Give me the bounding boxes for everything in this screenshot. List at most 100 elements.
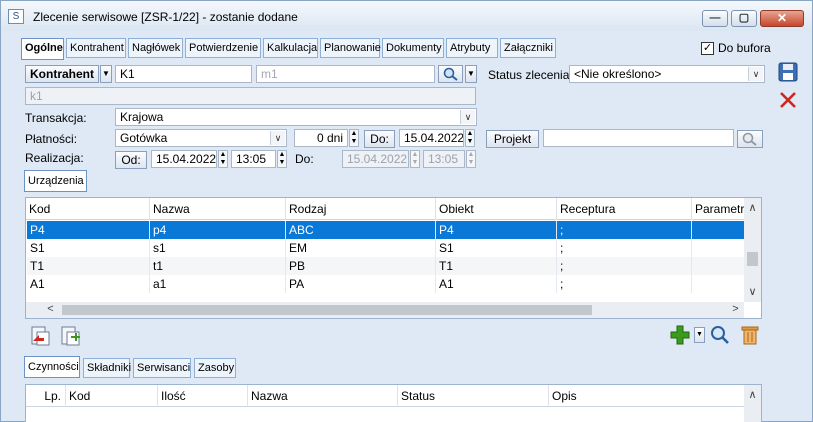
column-header-obiekt[interactable]: Obiekt <box>436 198 557 220</box>
scroll-up-icon[interactable]: ∧ <box>744 387 761 404</box>
minimize-button[interactable]: — <box>702 10 728 27</box>
search-icon <box>742 132 757 146</box>
table-row[interactable]: T1 t1 PB T1 ; <box>27 257 744 275</box>
tab-zalaczniki[interactable]: Załączniki <box>500 38 556 58</box>
column-header-kod[interactable]: Kod <box>66 385 158 407</box>
kontrahent-code-field[interactable]: K1 <box>115 65 252 83</box>
delete-device-button[interactable] <box>739 324 761 346</box>
projekt-search-button[interactable] <box>737 130 763 148</box>
od-date-spinner[interactable]: ▲ ▼ <box>218 150 228 168</box>
horizontal-scroll-thumb[interactable] <box>62 305 592 315</box>
tab-atrybuty[interactable]: Atrybuty <box>446 38 498 58</box>
kontrahent-secondary-field[interactable]: m1 <box>256 65 435 83</box>
scroll-right-icon[interactable]: > <box>727 301 744 318</box>
column-header-ilosc[interactable]: Ilość <box>158 385 248 407</box>
scroll-down-icon[interactable]: ∨ <box>744 284 761 301</box>
close-button[interactable]: ✕ <box>760 10 804 27</box>
scroll-up-icon[interactable]: ∧ <box>744 200 761 217</box>
device-action-1-button[interactable] <box>29 325 51 347</box>
chevron-down-icon: ▼ <box>696 331 703 338</box>
add-device-button[interactable] <box>669 324 691 346</box>
column-header-opis[interactable]: Opis <box>549 385 744 407</box>
arrow-up-icon: ▲ <box>350 130 358 137</box>
tab-czynnosci[interactable]: Czynności <box>24 356 80 378</box>
projekt-button[interactable]: Projekt <box>486 130 539 148</box>
tab-zasoby[interactable]: Zasoby <box>194 358 236 378</box>
do-bufora-checkbox[interactable]: ✓ <box>701 42 714 55</box>
save-icon <box>778 62 798 82</box>
find-device-button[interactable] <box>709 324 731 346</box>
kontrahent-menu-button[interactable]: ▼ <box>100 65 112 83</box>
cell-receptura: ; <box>557 275 692 293</box>
cell-nazwa: t1 <box>150 257 286 275</box>
do-button[interactable]: Do: <box>364 130 395 148</box>
column-header-kod[interactable]: Kod <box>26 198 150 220</box>
table-row[interactable]: P4 p4 ABC P4 ; <box>27 221 744 239</box>
transakcja-select[interactable]: Krajowa ∨ <box>115 108 477 126</box>
tab-kontrahent[interactable]: Kontrahent <box>66 38 126 58</box>
dni-spinner[interactable]: ▲ ▼ <box>349 129 359 147</box>
kontrahent-search-button[interactable] <box>438 65 463 83</box>
save-button[interactable] <box>777 61 799 83</box>
chevron-down-icon: ▼ <box>102 69 110 78</box>
cell-parametry <box>692 221 744 239</box>
do2-time-spinner: ▲ ▼ <box>466 150 476 168</box>
od-time-field[interactable]: 13:05 <box>231 150 276 168</box>
tab-potwierdzenie[interactable]: Potwierdzenie <box>185 38 261 58</box>
cell-parametry <box>692 257 744 275</box>
cell-obiekt: T1 <box>436 257 557 275</box>
projekt-field[interactable] <box>543 129 734 147</box>
dni-field[interactable]: 0 dni <box>294 129 348 147</box>
do-date-field[interactable]: 15.04.2022 <box>399 129 464 147</box>
do-date-spinner[interactable]: ▲ ▼ <box>465 129 475 147</box>
od-date-field[interactable]: 15.04.2022 <box>151 150 217 168</box>
search-menu-button[interactable]: ▼ <box>465 65 477 83</box>
tab-ogolne[interactable]: Ogólne <box>21 38 64 60</box>
kontrahent-button[interactable]: Kontrahent <box>25 65 99 83</box>
platnosci-select[interactable]: Gotówka ∨ <box>115 129 287 147</box>
column-header-receptura[interactable]: Receptura <box>557 198 692 220</box>
activities-vertical-scrollbar[interactable]: ∧ <box>744 385 761 422</box>
column-header-nazwa[interactable]: Nazwa <box>150 198 286 220</box>
tab-planowanie[interactable]: Planowanie <box>320 38 381 58</box>
tab-kalkulacja[interactable]: Kalkulacja <box>263 38 318 58</box>
tab-skladniki[interactable]: Składniki <box>83 358 131 378</box>
column-header-nazwa[interactable]: Nazwa <box>248 385 398 407</box>
arrow-down-icon: ▼ <box>467 159 475 166</box>
scroll-thumb[interactable] <box>747 252 758 266</box>
arrow-down-icon: ▼ <box>350 138 358 145</box>
cell-kod: T1 <box>27 257 150 275</box>
maximize-icon: ▢ <box>738 12 750 24</box>
window-title: Zlecenie serwisowe [ZSR-1/22] - zostanie… <box>33 10 298 24</box>
column-header-parametry[interactable]: Parametry <box>692 198 744 220</box>
od-time-spinner[interactable]: ▲ ▼ <box>277 150 287 168</box>
table-row[interactable]: A1 a1 PA A1 ; <box>27 275 744 293</box>
minimize-icon: — <box>709 12 721 24</box>
column-header-status[interactable]: Status <box>398 385 549 407</box>
chevron-down-icon: ▼ <box>467 69 475 78</box>
arrow-down-icon: ▼ <box>278 159 286 166</box>
tab-serwisanci[interactable]: Serwisanci <box>133 358 191 378</box>
cell-rodzaj: EM <box>286 239 436 257</box>
status-select[interactable]: <Nie określono> ∨ <box>569 65 765 83</box>
tab-naglowek[interactable]: Nagłówek <box>128 38 183 58</box>
table-row[interactable]: S1 s1 EM S1 ; <box>27 239 744 257</box>
column-header-rodzaj[interactable]: Rodzaj <box>286 198 436 220</box>
scroll-left-icon[interactable]: < <box>42 301 59 318</box>
column-header-lp[interactable]: Lp. <box>26 385 66 407</box>
device-action-2-button[interactable] <box>59 325 81 347</box>
arrow-down-icon: ▼ <box>219 159 227 166</box>
tab-urzadzenia[interactable]: Urządzenia <box>24 170 87 192</box>
devices-vertical-scrollbar[interactable]: ∧ ∨ <box>744 198 761 302</box>
cancel-button[interactable] <box>777 89 799 111</box>
arrow-down-icon: ▼ <box>411 159 419 166</box>
cell-receptura: ; <box>557 239 692 257</box>
cell-obiekt: P4 <box>436 221 557 239</box>
tab-dokumenty[interactable]: Dokumenty <box>382 38 444 58</box>
service-order-window: S Zlecenie serwisowe [ZSR-1/22] - zostan… <box>0 0 813 422</box>
od-button[interactable]: Od: <box>115 151 147 169</box>
close-icon: ✕ <box>776 11 788 25</box>
devices-horizontal-scrollbar[interactable]: < > <box>26 302 744 318</box>
add-menu-button[interactable]: ▼ <box>694 327 705 343</box>
maximize-button[interactable]: ▢ <box>731 10 757 27</box>
